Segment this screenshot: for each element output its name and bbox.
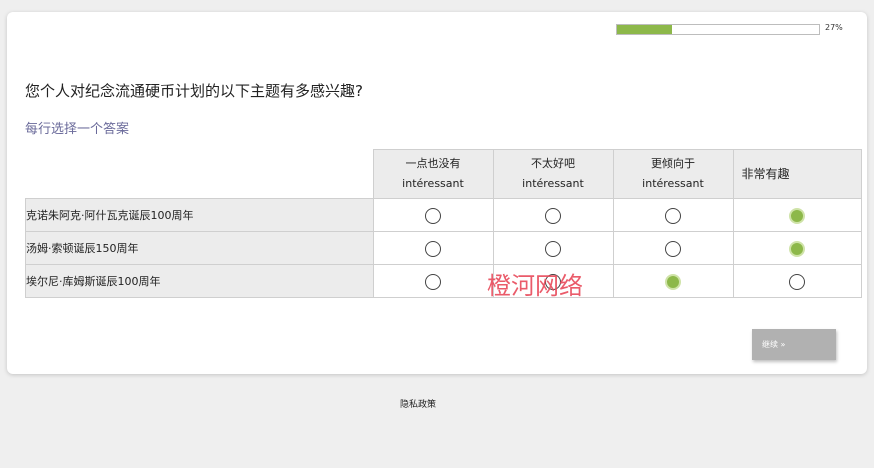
radio-button[interactable] (425, 274, 441, 290)
radio-button[interactable] (545, 208, 561, 224)
column-header-line1: 不太好吧 (531, 157, 575, 170)
radio-button[interactable] (665, 241, 681, 257)
column-header-not-very: 不太好吧 intéressant (492, 149, 614, 199)
answer-cell[interactable] (612, 231, 734, 265)
table-row: 克诺朱阿克·阿什瓦克诞辰100周年 (25, 198, 862, 232)
column-header-line2: intéressant (402, 177, 464, 190)
answer-cell[interactable] (732, 198, 862, 232)
column-header-line2: intéressant (522, 177, 584, 190)
answer-cell[interactable] (372, 264, 494, 298)
continue-button[interactable]: 继续 » (752, 329, 836, 360)
question-title: 您个人对纪念流通硬币计划的以下主题有多感兴趣? (25, 82, 363, 100)
radio-button[interactable] (425, 241, 441, 257)
answer-cell[interactable] (612, 264, 734, 298)
row-label: 汤姆·索顿诞辰150周年 (25, 231, 374, 265)
answer-cell[interactable] (372, 198, 494, 232)
column-header-not-at-all: 一点也没有 intéressant (372, 149, 494, 199)
row-label: 克诺朱阿克·阿什瓦克诞辰100周年 (25, 198, 374, 232)
column-header-line1: 一点也没有 (405, 157, 461, 170)
watermark: 橙河网络 (487, 272, 583, 300)
row-label: 埃尔尼·库姆斯诞辰100周年 (25, 264, 374, 298)
instruction-text: 每行选择一个答案 (25, 122, 130, 137)
column-header-line1: 非常有趣 (741, 167, 790, 181)
radio-button[interactable] (665, 208, 681, 224)
radio-button[interactable] (789, 274, 805, 290)
answer-cell[interactable] (612, 198, 734, 232)
progress-bar (616, 24, 820, 35)
answer-cell[interactable] (492, 231, 614, 265)
grid-header-row: 一点也没有 intéressant 不太好吧 intéressant 更倾向于 … (25, 149, 862, 199)
answer-cell[interactable] (372, 231, 494, 265)
radio-button[interactable] (789, 208, 805, 224)
column-header-very: 非常有趣 (732, 149, 862, 199)
column-header-line2: intéressant (642, 177, 704, 190)
table-row: 汤姆·索顿诞辰150周年 (25, 231, 862, 265)
radio-button[interactable] (545, 241, 561, 257)
survey-card: 27% 您个人对纪念流通硬币计划的以下主题有多感兴趣? 每行选择一个答案 一点也… (7, 12, 867, 374)
progress-bar-fill (617, 25, 672, 34)
column-header-rather: 更倾向于 intéressant (612, 149, 734, 199)
answer-cell[interactable] (492, 198, 614, 232)
radio-button[interactable] (789, 241, 805, 257)
column-header-line1: 更倾向于 (651, 157, 695, 170)
radio-button[interactable] (665, 274, 681, 290)
radio-button[interactable] (425, 208, 441, 224)
progress-percent: 27% (825, 23, 843, 32)
privacy-policy-link[interactable]: 隐私政策 (0, 397, 836, 410)
answer-grid: 一点也没有 intéressant 不太好吧 intéressant 更倾向于 … (25, 149, 862, 298)
grid-corner (25, 149, 373, 199)
answer-cell[interactable] (732, 264, 862, 298)
table-row: 埃尔尼·库姆斯诞辰100周年 (25, 264, 862, 298)
answer-cell[interactable] (732, 231, 862, 265)
